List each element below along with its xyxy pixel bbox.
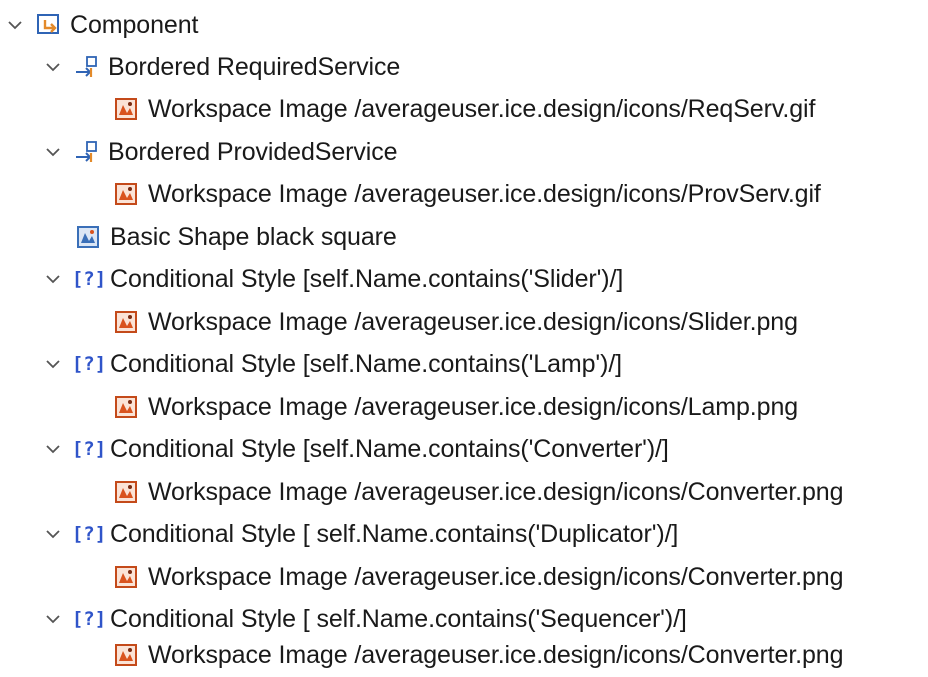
tree-node-label: Basic Shape black square xyxy=(110,223,397,251)
workspace-image-icon xyxy=(112,180,140,208)
chevron-down-icon[interactable] xyxy=(42,608,64,630)
workspace-image-icon xyxy=(112,478,140,506)
conditional-style-icon: [?] xyxy=(71,523,107,545)
tree-node-label: Bordered ProvidedService xyxy=(108,138,398,166)
tree-node-label: Conditional Style [self.Name.contains('L… xyxy=(110,350,623,378)
tree-node-workspace-image-converter[interactable]: Workspace Image /averageuser.ice.design/… xyxy=(112,634,844,676)
tree-node-label: Bordered RequiredService xyxy=(108,53,401,81)
tree-node-label: Conditional Style [ self.Name.contains('… xyxy=(110,605,687,633)
bordered-node-icon xyxy=(72,53,100,81)
tree-node-workspace-image-slider[interactable]: Workspace Image /averageuser.ice.design/… xyxy=(112,301,798,343)
tree-node-bordered-requiredservice[interactable]: Bordered RequiredService xyxy=(42,46,400,88)
chevron-down-icon[interactable] xyxy=(42,268,64,290)
workspace-image-icon xyxy=(112,393,140,421)
outline-tree: Component Bordered RequiredService Works… xyxy=(0,0,928,677)
tree-node-label: Conditional Style [ self.Name.contains('… xyxy=(110,520,679,548)
tree-node-label: Workspace Image /averageuser.ice.design/… xyxy=(148,393,799,421)
tree-node-label: Component xyxy=(70,11,199,39)
workspace-image-icon xyxy=(112,308,140,336)
container-arrow-icon xyxy=(34,11,62,39)
conditional-style-icon: [?] xyxy=(71,353,107,375)
tree-node-component[interactable]: Component xyxy=(4,4,198,46)
chevron-down-icon[interactable] xyxy=(42,523,64,545)
tree-node-conditional-style-slider[interactable]: [?] Conditional Style [self.Name.contain… xyxy=(42,258,623,300)
basic-shape-icon xyxy=(74,223,102,251)
tree-node-label: Workspace Image /averageuser.ice.design/… xyxy=(148,308,798,336)
tree-node-label: Conditional Style [self.Name.contains('C… xyxy=(110,435,669,463)
chevron-down-icon[interactable] xyxy=(42,56,64,78)
tree-node-workspace-image-converter[interactable]: Workspace Image /averageuser.ice.design/… xyxy=(112,471,844,513)
workspace-image-icon xyxy=(112,95,140,123)
tree-node-workspace-image-converter[interactable]: Workspace Image /averageuser.ice.design/… xyxy=(112,556,844,598)
tree-node-workspace-image-lamp[interactable]: Workspace Image /averageuser.ice.design/… xyxy=(112,386,798,428)
tree-node-label: Conditional Style [self.Name.contains('S… xyxy=(110,265,624,293)
tree-node-label: Workspace Image /averageuser.ice.design/… xyxy=(148,180,821,208)
conditional-style-icon: [?] xyxy=(71,438,107,460)
tree-node-label: Workspace Image /averageuser.ice.design/… xyxy=(148,478,844,506)
tree-node-conditional-style-converter[interactable]: [?] Conditional Style [self.Name.contain… xyxy=(42,428,669,470)
tree-node-basic-shape[interactable]: Basic Shape black square xyxy=(74,216,397,258)
conditional-style-icon: [?] xyxy=(71,608,107,630)
tree-node-workspace-image-provserv[interactable]: Workspace Image /averageuser.ice.design/… xyxy=(112,173,821,215)
tree-node-label: Workspace Image /averageuser.ice.design/… xyxy=(148,641,844,669)
bordered-node-icon xyxy=(72,138,100,166)
chevron-down-icon[interactable] xyxy=(42,141,64,163)
workspace-image-icon xyxy=(112,641,140,669)
chevron-down-icon[interactable] xyxy=(42,438,64,460)
tree-node-conditional-style-lamp[interactable]: [?] Conditional Style [self.Name.contain… xyxy=(42,343,622,385)
tree-node-workspace-image-reqserv[interactable]: Workspace Image /averageuser.ice.design/… xyxy=(112,88,815,130)
chevron-down-icon[interactable] xyxy=(4,14,26,36)
conditional-style-icon: [?] xyxy=(71,268,107,290)
tree-node-conditional-style-duplicator[interactable]: [?] Conditional Style [ self.Name.contai… xyxy=(42,513,678,555)
tree-node-label: Workspace Image /averageuser.ice.design/… xyxy=(148,563,844,591)
tree-node-bordered-providedservice[interactable]: Bordered ProvidedService xyxy=(42,131,398,173)
workspace-image-icon xyxy=(112,563,140,591)
chevron-down-icon[interactable] xyxy=(42,353,64,375)
tree-node-label: Workspace Image /averageuser.ice.design/… xyxy=(148,95,816,123)
